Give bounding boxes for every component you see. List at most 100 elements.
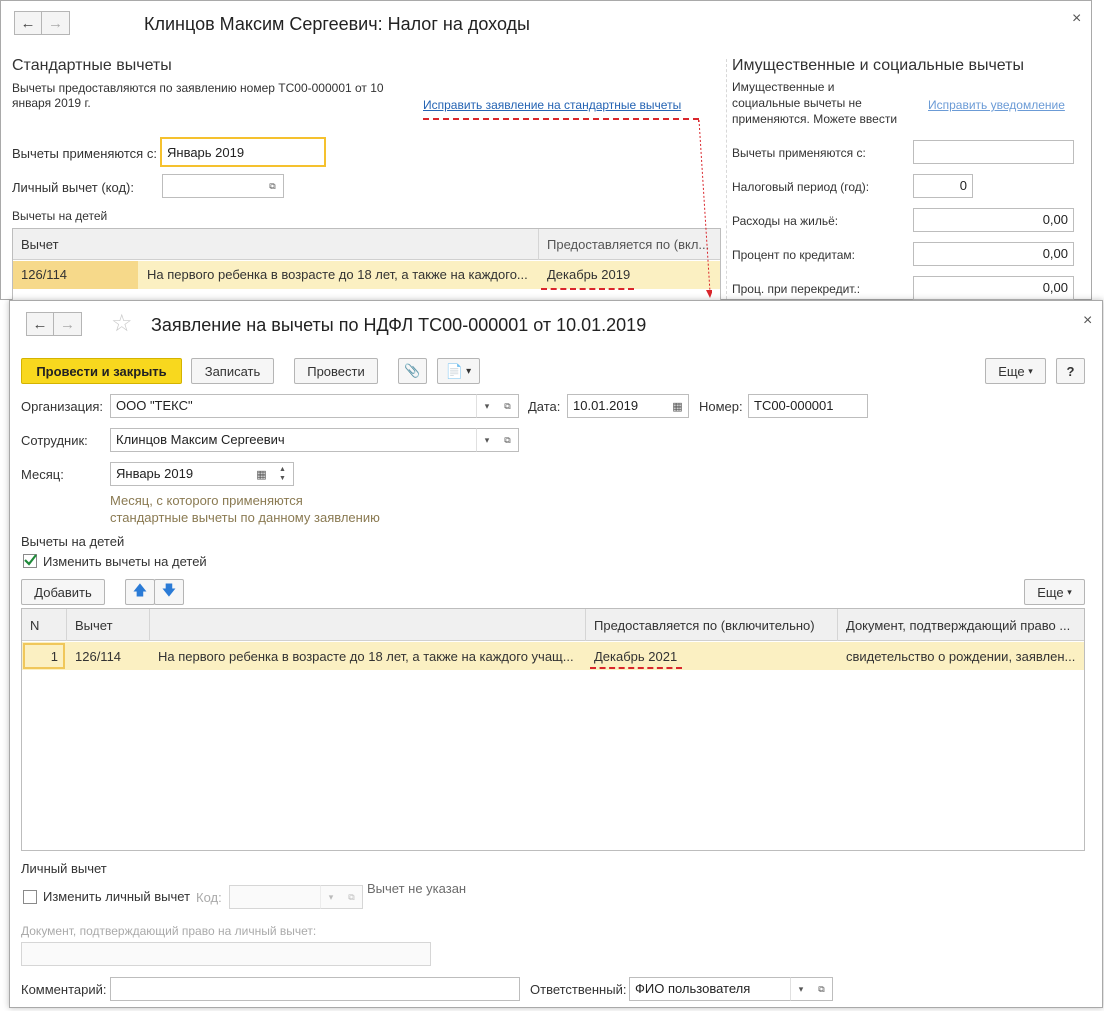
forward-arrow-icon[interactable]: → bbox=[42, 11, 70, 35]
row-code: 126/114 bbox=[21, 267, 68, 282]
organization-label: Организация: bbox=[21, 399, 104, 414]
month-stepper[interactable]: ▲ ▼ bbox=[272, 462, 294, 486]
column-header-document[interactable]: Документ, подтверждающий право ... bbox=[838, 618, 1084, 633]
row-until: Декабрь 2019 bbox=[547, 267, 631, 282]
chevron-down-icon: ▾ bbox=[1028, 365, 1033, 376]
highlight-dash bbox=[423, 118, 699, 120]
arrow-down-icon[interactable]: ▼ bbox=[279, 474, 286, 483]
column-header-until[interactable]: Предоставляется по (вкл... bbox=[539, 237, 720, 252]
open-icon[interactable]: ⧉ bbox=[262, 174, 284, 198]
change-children-checkbox[interactable] bbox=[23, 554, 37, 568]
favorite-star-icon[interactable]: ☆ bbox=[111, 309, 133, 338]
help-button[interactable]: ? bbox=[1056, 358, 1085, 384]
column-header-deduction[interactable]: Вычет bbox=[13, 237, 153, 252]
print-menu-button[interactable]: 📄 ▾ bbox=[437, 358, 480, 384]
refinance-interest-label: Проц. при перекредит.: bbox=[732, 282, 861, 296]
more-button[interactable]: Еще ▾ bbox=[985, 358, 1046, 384]
post-and-close-button[interactable]: Провести и закрыть bbox=[21, 358, 182, 384]
close-icon[interactable]: × bbox=[1083, 312, 1092, 330]
paperclip-icon: 📎 bbox=[404, 363, 421, 378]
column-header-until[interactable]: Предоставляется по (включительно) bbox=[586, 618, 837, 633]
housing-expenses-field[interactable]: 0,00 bbox=[913, 208, 1074, 232]
responsible-field[interactable]: ФИО пользователя bbox=[629, 977, 791, 1001]
application-window: ← → ☆ Заявление на вычеты по НДФЛ ТС00-0… bbox=[9, 300, 1103, 1008]
add-button[interactable]: Добавить bbox=[21, 579, 105, 605]
loan-interest-field[interactable]: 0,00 bbox=[913, 242, 1074, 266]
back-window-nav: ← → bbox=[14, 11, 70, 35]
number-label: Номер: bbox=[699, 399, 743, 414]
grid-more-button[interactable]: Еще ▾ bbox=[1024, 579, 1085, 605]
forward-arrow-icon[interactable]: → bbox=[54, 312, 82, 336]
responsible-label: Ответственный: bbox=[530, 982, 627, 997]
standard-note-line1: Вычеты предоставляются по заявлению номе… bbox=[12, 81, 384, 95]
housing-expenses-label: Расходы на жильё: bbox=[732, 214, 839, 228]
organization-field[interactable]: ООО "ТЕКС" bbox=[110, 394, 477, 418]
fix-notification-link[interactable]: Исправить уведомление bbox=[928, 98, 1065, 112]
front-window-nav: ← → bbox=[26, 312, 82, 336]
open-icon[interactable]: ⧉ bbox=[497, 394, 519, 418]
property-deductions-heading: Имущественные и социальные вычеты bbox=[732, 57, 1024, 74]
post-button[interactable]: Провести bbox=[294, 358, 378, 384]
children-deductions-heading: Вычеты на детей bbox=[21, 534, 125, 549]
row-until: Декабрь 2021 bbox=[594, 649, 678, 664]
month-field[interactable]: Январь 2019 bbox=[110, 462, 252, 486]
highlight-dash bbox=[590, 667, 682, 669]
calendar-icon[interactable]: ▦ bbox=[251, 462, 273, 486]
connector-line bbox=[698, 119, 713, 300]
loan-interest-label: Процент по кредитам: bbox=[732, 248, 856, 262]
apply-from-field[interactable]: Январь 2019 bbox=[160, 137, 326, 167]
open-icon[interactable]: ⧉ bbox=[811, 977, 833, 1001]
column-header-n[interactable]: N bbox=[22, 618, 66, 633]
arrow-down-icon: 🡇 bbox=[161, 582, 177, 598]
back-arrow-icon[interactable]: ← bbox=[14, 11, 42, 35]
row-description: На первого ребенка в возрасте до 18 лет,… bbox=[158, 649, 574, 664]
personal-deduction-field[interactable] bbox=[162, 174, 263, 198]
chevron-down-icon: ▾ bbox=[1067, 586, 1072, 597]
personal-document-field[interactable] bbox=[21, 942, 431, 966]
property-apply-from-field[interactable] bbox=[913, 140, 1074, 164]
fix-standard-application-link[interactable]: Исправить заявление на стандартные вычет… bbox=[423, 98, 681, 112]
close-icon[interactable]: × bbox=[1072, 10, 1081, 28]
property-apply-from-label: Вычеты применяются с: bbox=[732, 146, 866, 160]
column-header-deduction[interactable]: Вычет bbox=[67, 618, 149, 633]
row-n: 1 bbox=[50, 649, 58, 664]
attach-button[interactable]: 📎 bbox=[398, 358, 427, 384]
open-icon[interactable]: ⧉ bbox=[341, 885, 363, 909]
tax-period-field[interactable]: 0 bbox=[913, 174, 973, 198]
move-up-button[interactable]: 🡅 bbox=[125, 579, 155, 605]
month-label: Месяц: bbox=[21, 467, 64, 482]
apply-from-label: Вычеты применяются с: bbox=[12, 146, 157, 161]
window-title: Заявление на вычеты по НДФЛ ТС00-000001 … bbox=[151, 315, 647, 335]
chevron-down-icon[interactable]: ▾ bbox=[476, 428, 498, 452]
back-arrow-icon[interactable]: ← bbox=[26, 312, 54, 336]
property-note-line2: социальные вычеты не bbox=[732, 96, 862, 110]
date-field[interactable]: 10.01.2019 bbox=[567, 394, 668, 418]
move-down-button[interactable]: 🡇 bbox=[154, 579, 184, 605]
change-children-label[interactable]: Изменить вычеты на детей bbox=[43, 554, 207, 569]
personal-document-label: Документ, подтверждающий право на личный… bbox=[21, 924, 317, 938]
arrow-up-icon[interactable]: ▲ bbox=[279, 465, 286, 474]
refinance-interest-field[interactable]: 0,00 bbox=[913, 276, 1074, 300]
standard-deductions-heading: Стандартные вычеты bbox=[12, 57, 172, 74]
open-icon[interactable]: ⧉ bbox=[497, 428, 519, 452]
arrow-up-icon: 🡅 bbox=[132, 582, 148, 598]
calendar-icon[interactable]: ▦ bbox=[667, 394, 689, 418]
standard-note-line2: января 2019 г. bbox=[12, 96, 91, 110]
document-icon: 📄 bbox=[445, 362, 464, 379]
chevron-down-icon[interactable]: ▾ bbox=[320, 885, 342, 909]
comment-field[interactable] bbox=[110, 977, 520, 1001]
back-window: ← → Клинцов Максим Сергеевич: Налог на д… bbox=[0, 0, 1092, 300]
save-button[interactable]: Записать bbox=[191, 358, 274, 384]
change-personal-checkbox[interactable] bbox=[23, 890, 37, 904]
row-description: На первого ребенка в возрасте до 18 лет,… bbox=[147, 267, 528, 282]
month-hint-line1: Месяц, с которого применяются bbox=[110, 493, 303, 508]
deduction-not-specified: Вычет не указан bbox=[367, 881, 467, 896]
chevron-down-icon[interactable]: ▾ bbox=[476, 394, 498, 418]
property-note-line3: применяются. Можете ввести bbox=[732, 112, 898, 126]
comment-label: Комментарий: bbox=[21, 982, 107, 997]
employee-field[interactable]: Клинцов Максим Сергеевич bbox=[110, 428, 477, 452]
number-field[interactable]: ТС00-000001 bbox=[748, 394, 868, 418]
personal-code-field[interactable] bbox=[229, 885, 321, 909]
chevron-down-icon[interactable]: ▾ bbox=[790, 977, 812, 1001]
change-personal-label[interactable]: Изменить личный вычет bbox=[43, 889, 190, 904]
